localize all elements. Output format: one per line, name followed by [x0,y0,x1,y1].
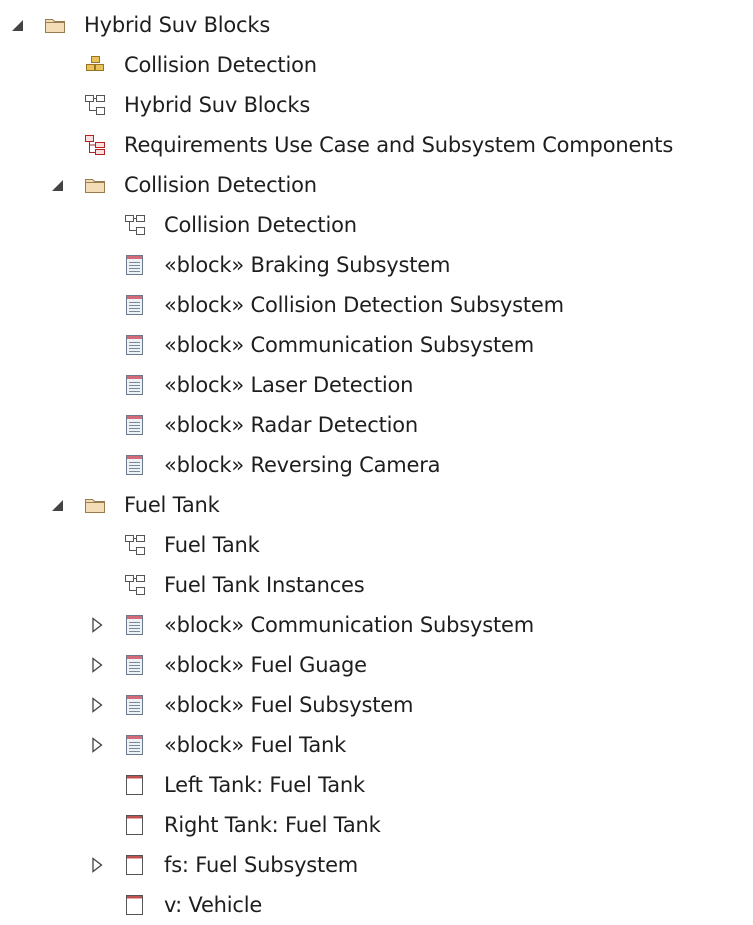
tree-item-label: «block» Braking Subsystem [164,253,451,277]
tree-item-label: Right Tank: Fuel Tank [164,813,381,837]
tree-item-label: Fuel Tank [124,493,220,517]
collapse-arrow-icon[interactable] [87,655,107,675]
tree-item-label: Collision Detection [124,173,317,197]
block-diagram-icon [124,534,146,556]
tree-item-label: «block» Fuel Guage [164,653,367,677]
tree-item-label: v: Vehicle [164,893,263,917]
block-element-icon [124,614,146,636]
tree-item-label: Fuel Tank [164,533,260,557]
tree-item-label: Left Tank: Fuel Tank [164,773,365,797]
block-element-icon [124,254,146,276]
tree-item-label: Hybrid Suv Blocks [124,93,311,117]
folder-icon [84,174,106,196]
block-element-icon [124,694,146,716]
collapse-arrow-icon[interactable] [87,855,107,875]
tree-item-label: «block» Laser Detection [164,373,414,397]
block-diagram-icon [124,214,146,236]
tree-item-label: «block» Reversing Camera [164,453,441,477]
tree-item-label: Fuel Tank Instances [164,573,365,597]
expand-arrow-icon[interactable] [47,495,67,515]
instance-icon [124,774,146,796]
instance-icon [124,814,146,836]
tree-item-label: «block» Fuel Tank [164,733,347,757]
tree-item-label: Collision Detection [124,53,317,77]
block-element-icon [124,374,146,396]
requirements-diagram-icon [84,134,106,156]
block-element-icon [124,414,146,436]
tree-item-label: Collision Detection [164,213,357,237]
instance-icon [124,854,146,876]
expand-arrow-icon[interactable] [7,15,27,35]
collapse-arrow-icon[interactable] [87,695,107,715]
tree-item-label: «block» Communication Subsystem [164,333,534,357]
tree-item-label: Hybrid Suv Blocks [84,13,271,37]
tree-item-label: Requirements Use Case and Subsystem Comp… [124,133,674,157]
block-element-icon [124,294,146,316]
block-element-icon [124,654,146,676]
folder-icon [44,14,66,36]
tree-item-label: fs: Fuel Subsystem [164,853,359,877]
block-diagram-icon [84,94,106,116]
package-diagram-icon [84,54,106,76]
tree-item-label: «block» Fuel Subsystem [164,693,414,717]
block-element-icon [124,734,146,756]
tree-item-label: «block» Collision Detection Subsystem [164,293,564,317]
collapse-arrow-icon[interactable] [87,615,107,635]
block-element-icon [124,454,146,476]
collapse-arrow-icon[interactable] [87,735,107,755]
instance-icon [124,894,146,916]
expand-arrow-icon[interactable] [47,175,67,195]
tree-item-label: «block» Radar Detection [164,413,419,437]
block-element-icon [124,334,146,356]
block-diagram-icon [124,574,146,596]
folder-icon [84,494,106,516]
project-browser-tree: Hybrid Suv Blocks Collision Detection Hy… [0,0,753,920]
tree-item-label: «block» Communication Subsystem [164,613,534,637]
